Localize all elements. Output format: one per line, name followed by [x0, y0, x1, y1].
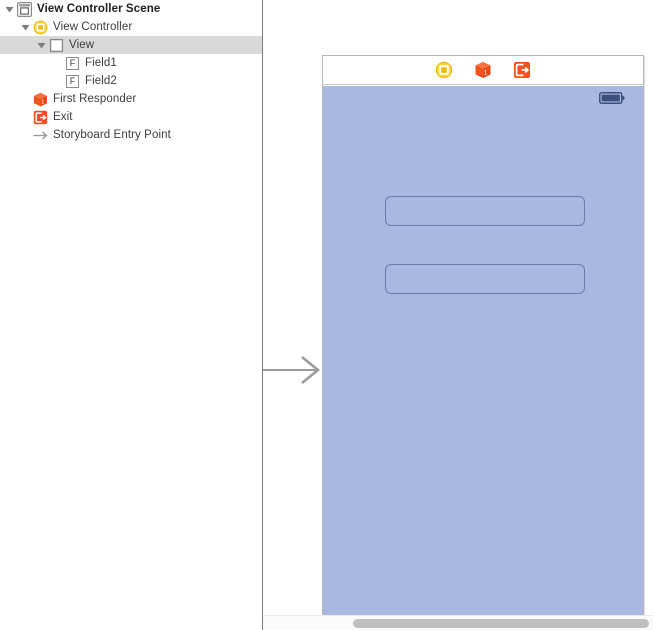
entry-point-arrow-icon [263, 356, 320, 384]
disclosure-triangle-down-icon[interactable] [19, 18, 32, 36]
outline-row-label: View Controller [53, 21, 133, 33]
battery-icon [599, 92, 625, 104]
outline-row-storyboard-entry-point[interactable]: Storyboard Entry Point [0, 126, 262, 144]
dock-exit-icon[interactable] [513, 61, 531, 79]
text-field-icon: F [64, 72, 81, 90]
scene-frame[interactable]: 1 [322, 55, 644, 621]
root-view[interactable] [323, 86, 643, 620]
outline-row-label: View Controller Scene [37, 3, 161, 15]
outline-row-first-responder[interactable]: 1 First Responder [0, 90, 262, 108]
entry-point-arrow-icon [32, 126, 49, 144]
status-bar [323, 86, 643, 106]
first-responder-icon: 1 [32, 90, 49, 108]
exit-icon [32, 108, 49, 126]
interface-builder-window: View Controller Scene View Controller View… [0, 0, 653, 630]
disclosure-triangle-down-icon[interactable] [3, 0, 16, 18]
view-controller-icon [32, 18, 49, 36]
outline-row-exit[interactable]: Exit [0, 108, 262, 126]
svg-text:1: 1 [484, 70, 488, 77]
scene-icon [16, 0, 33, 18]
outline-row-label: Field2 [85, 75, 117, 87]
outline-row-field2[interactable]: F Field2 [0, 72, 262, 90]
document-outline-panel[interactable]: View Controller Scene View Controller View… [0, 0, 263, 630]
outline-row-label: View [69, 39, 95, 51]
horizontal-scrollbar[interactable] [263, 615, 653, 630]
text-field-icon: F [64, 54, 81, 72]
outline-row-view-controller-scene[interactable]: View Controller Scene [0, 0, 262, 18]
svg-text:1: 1 [41, 99, 44, 105]
outline-row-label: Storyboard Entry Point [53, 129, 171, 141]
scene-dock[interactable]: 1 [323, 56, 643, 85]
outline-row-field1[interactable]: F Field1 [0, 54, 262, 72]
outline-row-label: First Responder [53, 93, 137, 105]
dock-view-controller-icon[interactable] [435, 61, 453, 79]
view-icon [48, 36, 65, 54]
outline-row-label: Field1 [85, 57, 117, 69]
text-field-field2[interactable] [385, 264, 585, 294]
text-field-field1[interactable] [385, 196, 585, 226]
outline-row-view[interactable]: View [0, 36, 262, 54]
outline-row-view-controller[interactable]: View Controller [0, 18, 262, 36]
dock-first-responder-icon[interactable]: 1 [474, 61, 492, 79]
disclosure-triangle-down-icon[interactable] [35, 36, 48, 54]
horizontal-scrollbar-thumb[interactable] [353, 619, 649, 628]
outline-row-label: Exit [53, 111, 73, 123]
storyboard-canvas[interactable]: 1 [263, 0, 653, 630]
